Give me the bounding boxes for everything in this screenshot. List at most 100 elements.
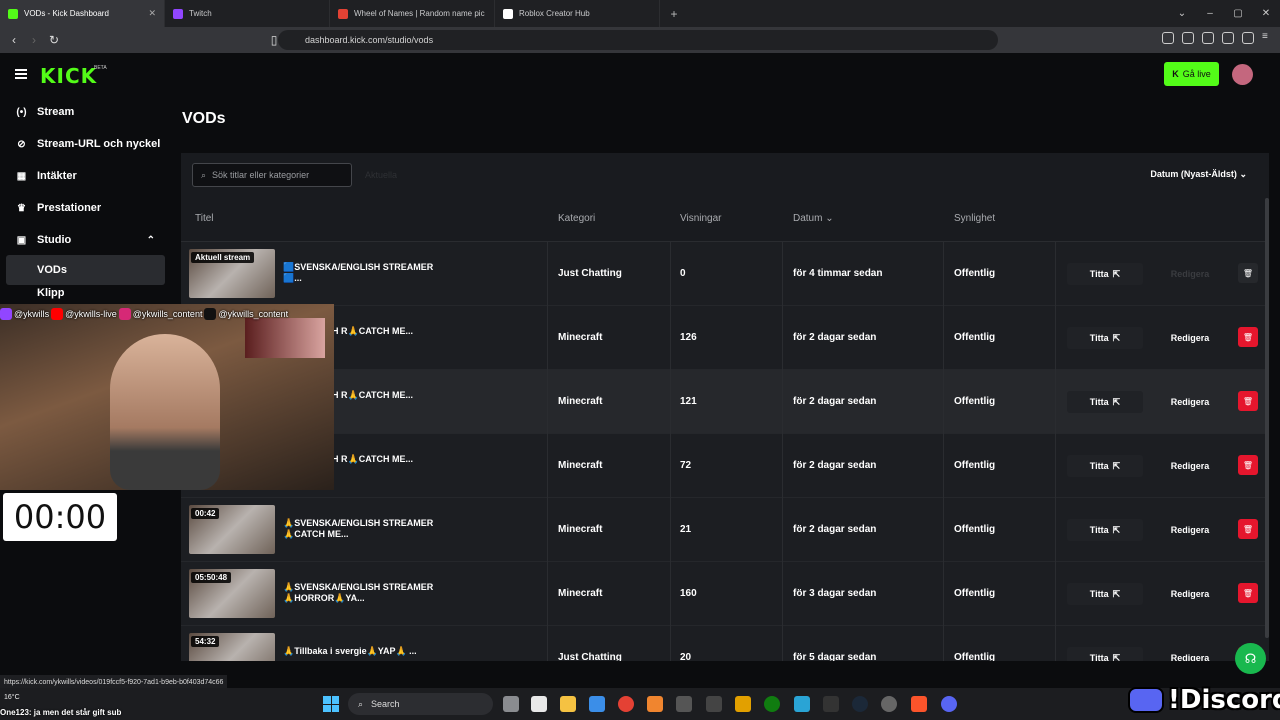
browser-tab[interactable]: VODs - Kick Dashboard ✕: [0, 0, 165, 27]
sidebar-item-studio[interactable]: ▣ Studio ⌃: [6, 225, 165, 255]
menu-icon[interactable]: ≡: [1262, 32, 1274, 44]
watch-button[interactable]: Titta ⇱: [1067, 583, 1143, 605]
vod-title[interactable]: 🙏SVENSKA/ENGLISH STREAMER🙏CATCH ME...: [283, 518, 443, 540]
firefox-icon[interactable]: [647, 696, 663, 712]
table-row[interactable]: Aktuell stream 🟦SVENSKA/ENGLISH STREAMER🟦…: [181, 242, 1269, 306]
delete-button[interactable]: 🗑: [1238, 583, 1258, 603]
social-handle: @ykwills: [14, 309, 50, 319]
delete-button[interactable]: 🗑: [1238, 519, 1258, 539]
edit-button[interactable]: Redigera: [1149, 263, 1231, 285]
settings-icon[interactable]: [706, 696, 722, 712]
vod-thumbnail[interactable]: 05:50:48: [189, 569, 275, 618]
browser-tab[interactable]: Twitch: [165, 0, 330, 27]
table-row[interactable]: 00:42 🙏SVENSKA/ENGLISH STREAMER🙏CATCH ME.…: [181, 498, 1269, 562]
vod-thumbnail[interactable]: Aktuell stream: [189, 249, 275, 298]
kick-logo[interactable]: KICK: [40, 64, 97, 88]
taskbar-search[interactable]: ⌕ Search: [348, 693, 493, 715]
obs-icon[interactable]: [823, 696, 839, 712]
close-window-icon[interactable]: ✕: [1252, 0, 1280, 27]
watch-button[interactable]: Titta ⇱: [1067, 519, 1143, 541]
close-tab-icon[interactable]: ✕: [148, 8, 156, 19]
url-field[interactable]: dashboard.kick.com/studio/vods: [278, 30, 998, 50]
chrome-icon[interactable]: [618, 696, 634, 712]
table-row[interactable]: KA/ENGLISH R🙏CATCH ME... Minecraft 126 för …: [181, 306, 1269, 370]
vod-thumbnail[interactable]: 54:32: [189, 633, 275, 661]
windows-start-icon[interactable]: [323, 696, 339, 712]
delete-button[interactable]: 🗑: [1238, 455, 1258, 475]
table-row[interactable]: 54:32 🙏Tillbaka i svergie🙏YAP🙏 ... Just Ch…: [181, 626, 1269, 661]
edit-button[interactable]: Redigera: [1149, 583, 1231, 605]
table-row[interactable]: 05:50:48 🙏SVENSKA/ENGLISH STREAMER🙏HORROR…: [181, 562, 1269, 626]
column-divider: [547, 434, 548, 498]
rockstar-icon[interactable]: [735, 696, 751, 712]
watch-button[interactable]: Titta ⇱: [1067, 327, 1143, 349]
vpn-icon[interactable]: [1242, 32, 1254, 44]
watch-button[interactable]: Titta ⇱: [1067, 391, 1143, 413]
extensions-icon[interactable]: [1162, 32, 1174, 44]
sidebar-item-intäkter[interactable]: ▦ Intäkter: [6, 161, 165, 191]
new-tab-button[interactable]: +: [660, 0, 688, 27]
delete-button[interactable]: 🗑: [1238, 327, 1258, 347]
filter-tab[interactable]: Aktuella: [365, 170, 397, 180]
forward-icon[interactable]: ›: [24, 33, 44, 47]
delete-button[interactable]: 🗑: [1238, 391, 1258, 411]
brave-icon[interactable]: [911, 696, 927, 712]
vod-thumbnail[interactable]: 00:42: [189, 505, 275, 554]
sidebar-item-vods[interactable]: VODs: [6, 255, 165, 285]
vod-title[interactable]: 🟦SVENSKA/ENGLISH STREAMER🟦...: [283, 262, 443, 284]
file-explorer-icon[interactable]: [560, 696, 576, 712]
weather-widget[interactable]: 16°C: [4, 693, 20, 702]
media-player-icon[interactable]: [531, 696, 547, 712]
edit-button[interactable]: Redigera: [1149, 647, 1231, 661]
help-chat-button[interactable]: ☊: [1235, 643, 1266, 674]
column-divider: [782, 434, 783, 498]
sidebar-item-prestationer[interactable]: ♛ Prestationer: [6, 193, 165, 223]
table-row[interactable]: KA/ENGLISH R🙏CATCH ME... Minecraft 121 för …: [181, 370, 1269, 434]
column-divider: [670, 370, 671, 434]
calculator-icon[interactable]: [676, 696, 692, 712]
trash-icon: 🗑: [1242, 588, 1254, 598]
sort-dropdown[interactable]: Datum (Nyast-Äldst) ⌄: [1150, 169, 1247, 180]
edit-button[interactable]: Redigera: [1149, 455, 1231, 477]
column-header-date[interactable]: Datum ⌄: [793, 213, 834, 224]
go-live-button[interactable]: K Gå live: [1164, 62, 1219, 86]
search-input[interactable]: ⌕ Sök titlar eller kategorier: [192, 163, 352, 187]
watch-button[interactable]: Titta ⇱: [1067, 455, 1143, 477]
table-row[interactable]: KA/ENGLISH R🙏CATCH ME... Minecraft 72 för 2…: [181, 434, 1269, 498]
edit-button[interactable]: Redigera: [1149, 327, 1231, 349]
sidebar-item-stream-url-och-nyckel[interactable]: ⊘ Stream-URL och nyckel: [6, 129, 165, 159]
browser-tab[interactable]: Wheel of Names | Random name pic: [330, 0, 495, 27]
avatar[interactable]: [1232, 64, 1253, 85]
vod-title[interactable]: 🙏SVENSKA/ENGLISH STREAMER🙏HORROR🙏YA...: [283, 582, 443, 604]
leo-icon[interactable]: [1222, 32, 1234, 44]
browser-tab[interactable]: Roblox Creator Hub: [495, 0, 660, 27]
vod-views: 126: [680, 332, 697, 343]
discord-taskbar-icon[interactable]: [941, 696, 957, 712]
sidebar-icon[interactable]: [1182, 32, 1194, 44]
xbox-icon[interactable]: [764, 696, 780, 712]
maximize-icon[interactable]: ▢: [1224, 0, 1252, 27]
vod-title[interactable]: 🙏Tillbaka i svergie🙏YAP🙏 ...: [283, 646, 443, 657]
task-view-icon[interactable]: [503, 696, 519, 712]
steam-icon[interactable]: [852, 696, 868, 712]
edit-button[interactable]: Redigera: [1149, 519, 1231, 541]
table-icon: ▦: [16, 170, 27, 182]
reload-icon[interactable]: ↻: [44, 33, 64, 47]
scrollbar[interactable]: [1265, 198, 1269, 638]
minimize-icon[interactable]: –: [1196, 0, 1224, 27]
sidebar-item-stream[interactable]: (•) Stream: [6, 97, 165, 127]
wallet-icon[interactable]: [1202, 32, 1214, 44]
hamburger-icon[interactable]: [15, 69, 27, 79]
back-icon[interactable]: ‹: [4, 33, 24, 47]
chevron-up-icon[interactable]: ⌃: [147, 235, 155, 246]
edit-button[interactable]: Redigera: [1149, 391, 1231, 413]
vod-views: 0: [680, 268, 686, 279]
edge-icon[interactable]: [794, 696, 810, 712]
watch-button[interactable]: Titta ⇱: [1067, 647, 1143, 661]
watch-button[interactable]: Titta ⇱: [1067, 263, 1143, 285]
store-icon[interactable]: [589, 696, 605, 712]
live-badge: Aktuell stream: [191, 252, 255, 263]
github-icon[interactable]: [881, 696, 897, 712]
tab-search-icon[interactable]: ⌄: [1168, 0, 1196, 27]
delete-button[interactable]: 🗑: [1238, 263, 1258, 283]
